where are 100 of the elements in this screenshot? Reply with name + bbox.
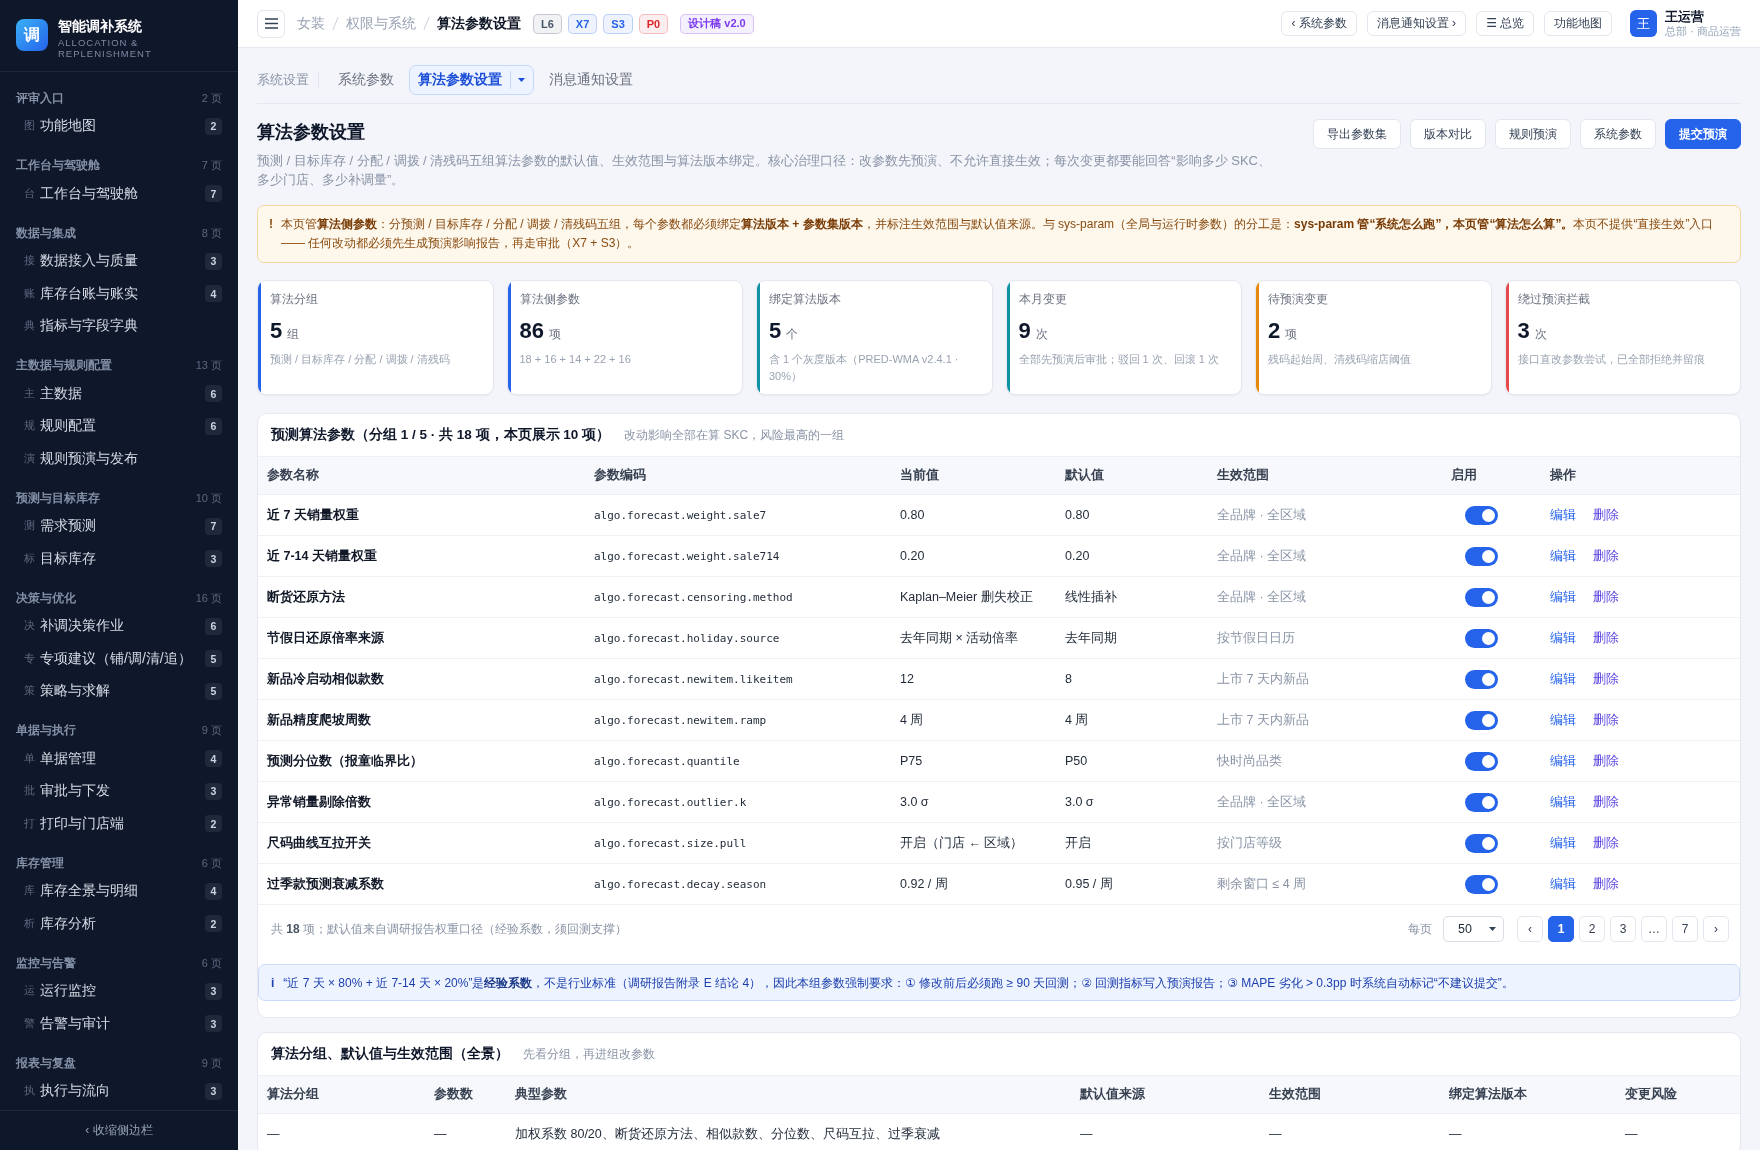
nav-item[interactable]: 接 数据接入与质量 3 [16, 245, 222, 278]
table-cell: — [1071, 1113, 1260, 1150]
delete-link[interactable]: 删除 [1593, 794, 1619, 809]
delete-link[interactable]: 删除 [1593, 753, 1619, 768]
nav-item[interactable]: 打 打印与门店端 2 [16, 807, 222, 840]
nav-item[interactable]: 台 工作台与驾驶舱 7 [16, 177, 222, 210]
prev-page-button[interactable]: ‹ [1517, 916, 1543, 942]
toggle-switch[interactable] [1465, 833, 1498, 853]
nav-group-title: 决策与优化 [16, 590, 76, 606]
page-button[interactable]: … [1641, 916, 1667, 942]
nav-item[interactable]: 账 库存台账与账实 4 [16, 277, 222, 310]
edit-link[interactable]: 编辑 [1550, 794, 1576, 809]
nav-item[interactable]: 执 执行与流向 3 [16, 1075, 222, 1108]
tab[interactable]: 消息通知设置 [540, 65, 642, 95]
nav-button[interactable]: 消息通知设置 › [1366, 11, 1467, 36]
toggle-switch[interactable] [1465, 587, 1498, 607]
glyph-icon: 库 [24, 884, 36, 899]
nav-item[interactable]: 批 审批与下发 3 [16, 775, 222, 808]
page-button[interactable]: 7 [1672, 916, 1698, 942]
delete-link[interactable]: 删除 [1593, 548, 1619, 563]
stat-label: 绑定算法版本 [769, 291, 842, 308]
nav-item[interactable]: 析 库存分析 2 [16, 907, 222, 940]
nav-item[interactable]: 典 指标与字段字典 [16, 310, 222, 343]
menu-button[interactable] [257, 9, 285, 38]
table-cell: 尺码曲线互拉开关 [258, 822, 585, 864]
toggle-switch[interactable] [1465, 628, 1498, 648]
toggle-switch[interactable] [1465, 669, 1498, 689]
primary-button[interactable]: 提交预演 [1665, 119, 1741, 149]
edit-link[interactable]: 编辑 [1550, 835, 1576, 850]
delete-link[interactable]: 删除 [1593, 835, 1619, 850]
tab[interactable]: 算法参数设置 [409, 65, 534, 95]
nav-item[interactable]: 库 库存全景与明细 4 [16, 875, 222, 908]
action-button[interactable]: 导出参数集 [1313, 119, 1401, 149]
table-cell: 开启 [1056, 822, 1208, 864]
edit-link[interactable]: 编辑 [1550, 712, 1576, 727]
edit-link[interactable]: 编辑 [1550, 876, 1576, 891]
column-header: 绑定算法版本 [1440, 1075, 1616, 1114]
nav-item[interactable]: 测 需求预测 7 [16, 510, 222, 543]
table-cell: 全品牌 · 全区域 [1208, 576, 1442, 618]
nav-item[interactable]: 演 规则预演与发布 [16, 442, 222, 475]
panel-title: 算法分组、默认值与生效范围（全景） [271, 1045, 509, 1063]
nav-item[interactable]: 决 补调决策作业 6 [16, 610, 222, 643]
toggle-switch[interactable] [1465, 874, 1498, 894]
page-button[interactable]: 3 [1610, 916, 1636, 942]
edit-link[interactable]: 编辑 [1550, 589, 1576, 604]
edit-link[interactable]: 编辑 [1550, 671, 1576, 686]
action-button[interactable]: 版本对比 [1410, 119, 1486, 149]
page-size-select[interactable]: 50 [1443, 916, 1504, 942]
table-cell: 按节假日日历 [1208, 617, 1442, 659]
toggle-switch[interactable] [1465, 792, 1498, 812]
info-text: “近 7 天 × 80% + 近 7-14 天 × 20%”是经验系数，不是行业标准（调研报告附录 E 结论 4），因此本组参数强制要求：① 修改前后必须跑 ≥ 90 天回测；② 回测指标写入预演报告；③ MAPE 劣化 > 0.3pp 时系统自动标记“不建议提交”。 [283, 974, 1514, 992]
edit-link[interactable]: 编辑 [1550, 753, 1576, 768]
delete-link[interactable]: 删除 [1593, 507, 1619, 522]
table-cell: 预测分位数（报童临界比） [258, 740, 585, 782]
toggle-switch[interactable] [1465, 751, 1498, 771]
table-cell: algo.forecast.outlier.k [585, 781, 891, 823]
nav-button[interactable]: ☰ 总览 [1476, 11, 1535, 36]
page-button[interactable]: 2 [1579, 916, 1605, 942]
nav-button[interactable]: ‹ 系统参数 [1281, 11, 1357, 36]
nav-button[interactable]: 功能地图 [1544, 11, 1613, 36]
stat-value: 2 [1268, 317, 1281, 345]
table-cell: 全品牌 · 全区域 [1208, 494, 1442, 536]
glyph-icon: 打 [24, 816, 36, 831]
nav-item[interactable]: 规 规则配置 6 [16, 410, 222, 443]
delete-link[interactable]: 删除 [1593, 671, 1619, 686]
page-button[interactable]: 1 [1548, 916, 1574, 942]
glyph-icon: 单 [24, 751, 36, 766]
delete-link[interactable]: 删除 [1593, 589, 1619, 604]
toggle-switch[interactable] [1465, 710, 1498, 730]
glyph-icon: 典 [24, 319, 36, 334]
nav-item[interactable]: 专 专项建议（铺/调/清/追） 5 [16, 642, 222, 675]
delete-link[interactable]: 删除 [1593, 876, 1619, 891]
action-button[interactable]: 规则预演 [1495, 119, 1571, 149]
nav-item[interactable]: 警 告警与审计 3 [16, 1007, 222, 1040]
tab[interactable]: 系统参数 [329, 65, 403, 95]
stat-value: 5 [270, 317, 283, 345]
next-page-button[interactable]: › [1703, 916, 1729, 942]
action-button[interactable]: 系统参数 [1580, 119, 1656, 149]
collapse-sidebar-link[interactable]: ‹ 收缩侧边栏 [85, 1122, 153, 1139]
edit-link[interactable]: 编辑 [1550, 548, 1576, 563]
table-cell: 开启（门店 ← 区域） [891, 822, 1056, 864]
toggle-switch[interactable] [1465, 505, 1498, 525]
nav-item[interactable]: 策 策略与求解 5 [16, 675, 222, 708]
delete-link[interactable]: 删除 [1593, 712, 1619, 727]
nav-item[interactable]: 标 目标库存 3 [16, 542, 222, 575]
toggle-switch[interactable] [1465, 546, 1498, 566]
nav-item[interactable]: 主 主数据 6 [16, 377, 222, 410]
table-cell: 0.80 [891, 494, 1056, 536]
stat-value: 9 [1018, 317, 1031, 345]
edit-link[interactable]: 编辑 [1550, 507, 1576, 522]
table-cell: 新品冷启动相似款数 [258, 658, 585, 700]
table-cell: 去年同期 [1056, 617, 1208, 659]
nav-item[interactable]: 单 单据管理 4 [16, 742, 222, 775]
table-cell: algo.forecast.censoring.method [585, 576, 891, 618]
nav-group-count: 13 页 [195, 358, 222, 373]
nav-item[interactable]: 图 功能地图 2 [16, 110, 222, 143]
delete-link[interactable]: 删除 [1593, 630, 1619, 645]
edit-link[interactable]: 编辑 [1550, 630, 1576, 645]
table-cell: P50 [1056, 740, 1208, 782]
nav-item[interactable]: 运 运行监控 3 [16, 975, 222, 1008]
